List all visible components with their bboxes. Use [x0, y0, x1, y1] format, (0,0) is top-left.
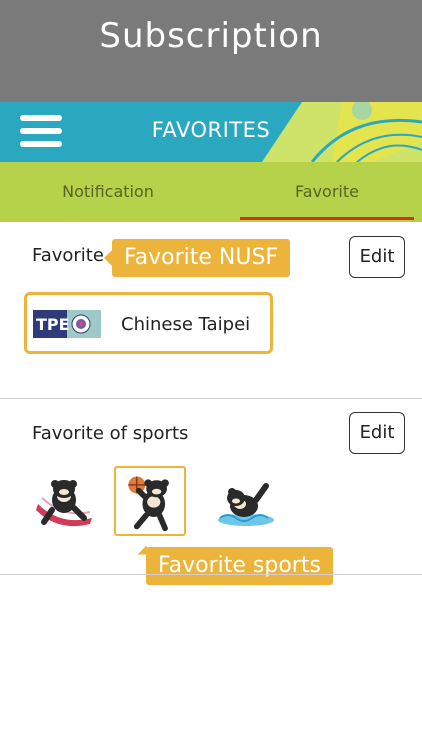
- section-divider-bottom: [0, 574, 422, 575]
- favorite-nusf-tooltip: Favorite NUSF: [104, 239, 291, 277]
- active-tab-indicator: [240, 217, 414, 220]
- favorite-sports-title: Favorite of sports: [32, 423, 189, 444]
- tab-notification[interactable]: Notification: [0, 162, 216, 222]
- favorite-nusf-title: Favorite: [32, 245, 104, 266]
- team-card-chinese-taipei[interactable]: TPE Chinese Taipei: [24, 292, 273, 354]
- section-divider: [0, 398, 422, 399]
- subscription-screen: Subscription FAVORITES Notification Favo…: [0, 0, 422, 750]
- favorite-nusf-tooltip-text: Favorite NUSF: [124, 245, 279, 270]
- header-title: FAVORITES: [151, 118, 271, 142]
- favorite-sports-tooltip: Favorite sports: [137, 546, 333, 585]
- tpe-code: TPE: [36, 315, 70, 334]
- edit-nusf-button[interactable]: Edit: [349, 236, 405, 278]
- team-name: Chinese Taipei: [121, 314, 251, 335]
- tpe-flag-icon: TPE: [33, 310, 101, 338]
- top-banner: Subscription: [0, 0, 422, 102]
- swimming-mascot-icon[interactable]: [210, 466, 282, 536]
- tab-bar: Notification Favorite: [0, 162, 422, 222]
- basketball-mascot-icon[interactable]: [114, 466, 186, 536]
- app-header: FAVORITES: [0, 102, 422, 162]
- tab-favorite[interactable]: Favorite: [240, 162, 414, 222]
- edit-sports-button[interactable]: Edit: [349, 412, 405, 454]
- banner-title: Subscription: [99, 16, 323, 56]
- athletics-mascot-icon[interactable]: [30, 466, 102, 536]
